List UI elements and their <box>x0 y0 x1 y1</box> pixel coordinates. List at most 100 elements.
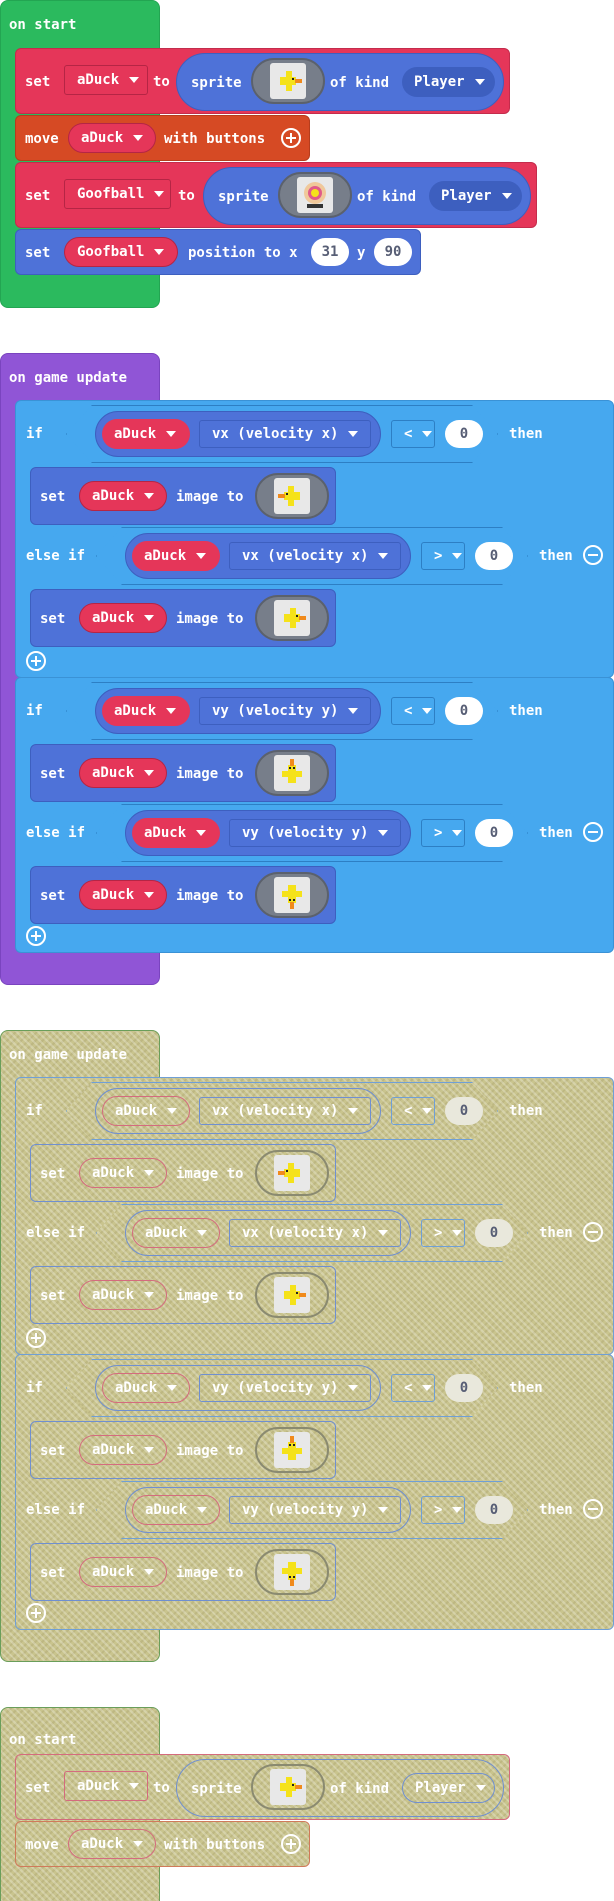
var-dropdown-aduck[interactable]: aDuck <box>102 1096 190 1126</box>
move-with-buttons-block-disabled[interactable]: move aDuck with buttons <box>15 1821 310 1867</box>
property-dropdown[interactable]: vx (velocity x) <box>199 420 371 448</box>
sprite-property-block[interactable]: aDuck vy (velocity y) <box>125 1487 411 1533</box>
compare-gt-block[interactable]: aDuck vy (velocity y) > 0 <box>96 1481 528 1539</box>
property-dropdown[interactable]: vx (velocity x) <box>229 1219 401 1247</box>
kind-dropdown[interactable]: Player <box>402 67 495 97</box>
compare-value-field[interactable]: 0 <box>475 819 513 847</box>
add-else-plus-icon[interactable] <box>26 1603 46 1623</box>
var-dropdown-aduck[interactable]: aDuck <box>79 481 167 511</box>
var-dropdown-aduck[interactable]: aDuck <box>79 1435 167 1465</box>
set-duck-sprite-block-disabled[interactable]: set aDuck to sprite of kind Player <box>15 1754 510 1820</box>
var-dropdown-aduck[interactable]: aDuck <box>132 541 220 571</box>
var-dropdown-aduck[interactable]: aDuck <box>132 818 220 848</box>
add-else-plus-icon[interactable] <box>26 651 46 671</box>
var-dropdown-aduck[interactable]: aDuck <box>68 1829 156 1859</box>
var-dropdown-aduck[interactable]: aDuck <box>102 1373 190 1403</box>
property-dropdown[interactable]: vx (velocity x) <box>199 1097 371 1125</box>
set-image-block[interactable]: set aDuck image to <box>30 744 336 802</box>
operator-dropdown[interactable]: < <box>391 1097 435 1125</box>
remove-minus-icon[interactable] <box>583 822 603 842</box>
property-dropdown[interactable]: vy (velocity y) <box>199 697 371 725</box>
compare-lt-block[interactable]: aDuck vy (velocity y) < 0 <box>66 1359 498 1417</box>
var-dropdown-aduck[interactable]: aDuck <box>102 419 190 449</box>
var-dropdown-aduck[interactable]: aDuck <box>102 696 190 726</box>
set-image-block[interactable]: set aDuck image to <box>30 1144 336 1202</box>
sprite-of-kind-block[interactable]: sprite of kind Player <box>176 1759 504 1817</box>
remove-minus-icon[interactable] <box>583 1499 603 1519</box>
sprite-property-block[interactable]: aDuck vy (velocity y) <box>125 810 411 856</box>
x-value-field[interactable]: 31 <box>311 238 349 266</box>
operator-dropdown[interactable]: < <box>391 1374 435 1402</box>
sprite-property-block[interactable]: aDuck vy (velocity y) <box>95 688 381 734</box>
image-picker[interactable] <box>255 872 329 918</box>
compare-value-field[interactable]: 0 <box>445 1097 483 1125</box>
image-picker[interactable] <box>255 1272 329 1318</box>
compare-lt-block[interactable]: aDuck vx (velocity x) < 0 <box>66 405 498 463</box>
compare-value-field[interactable]: 0 <box>445 1374 483 1402</box>
kind-dropdown[interactable]: Player <box>429 181 522 211</box>
compare-value-field[interactable]: 0 <box>475 542 513 570</box>
compare-gt-block[interactable]: aDuck vx (velocity x) > 0 <box>96 527 528 585</box>
y-value-field[interactable]: 90 <box>374 238 412 266</box>
var-dropdown-aduck[interactable]: aDuck <box>79 880 167 910</box>
sprite-property-block[interactable]: aDuck vx (velocity x) <box>95 1088 381 1134</box>
compare-gt-block[interactable]: aDuck vy (velocity y) > 0 <box>96 804 528 862</box>
sprite-of-kind-block[interactable]: sprite of kind Player <box>176 53 504 111</box>
kind-dropdown[interactable]: Player <box>402 1773 495 1803</box>
image-picker[interactable] <box>255 1150 329 1196</box>
sprite-property-block[interactable]: aDuck vx (velocity x) <box>125 533 411 579</box>
var-dropdown-aduck[interactable]: aDuck <box>79 1280 167 1310</box>
var-dropdown-aduck[interactable]: aDuck <box>79 758 167 788</box>
compare-lt-block[interactable]: aDuck vx (velocity x) < 0 <box>66 1082 498 1140</box>
set-goofball-sprite-block[interactable]: set Goofball to sprite of kind Player <box>15 162 537 228</box>
image-picker[interactable] <box>255 1427 329 1473</box>
expand-plus-icon[interactable] <box>281 1834 301 1854</box>
sprite-image-picker[interactable] <box>251 58 325 104</box>
var-dropdown-aduck[interactable]: aDuck <box>68 123 156 153</box>
compare-value-field[interactable]: 0 <box>445 697 483 725</box>
operator-dropdown[interactable]: > <box>421 819 465 847</box>
operator-dropdown[interactable]: < <box>391 697 435 725</box>
expand-plus-icon[interactable] <box>281 128 301 148</box>
sprite-property-block[interactable]: aDuck vy (velocity y) <box>95 1365 381 1411</box>
add-else-plus-icon[interactable] <box>26 1328 46 1348</box>
operator-dropdown[interactable]: > <box>421 542 465 570</box>
compare-value-field[interactable]: 0 <box>475 1219 513 1247</box>
var-dropdown-aduck[interactable]: aDuck <box>64 65 148 95</box>
remove-minus-icon[interactable] <box>583 1222 603 1242</box>
var-dropdown-aduck[interactable]: aDuck <box>132 1218 220 1248</box>
set-image-block[interactable]: set aDuck image to <box>30 1543 336 1601</box>
add-else-plus-icon[interactable] <box>26 926 46 946</box>
property-dropdown[interactable]: vx (velocity x) <box>229 542 401 570</box>
move-with-buttons-block[interactable]: move aDuck with buttons <box>15 115 310 161</box>
operator-dropdown[interactable]: < <box>391 420 435 448</box>
var-dropdown-aduck[interactable]: aDuck <box>132 1495 220 1525</box>
var-dropdown-aduck[interactable]: aDuck <box>79 1158 167 1188</box>
set-position-block[interactable]: set Goofball position to x 31 y 90 <box>15 229 421 275</box>
property-dropdown[interactable]: vy (velocity y) <box>199 1374 371 1402</box>
operator-dropdown[interactable]: > <box>421 1496 465 1524</box>
image-picker[interactable] <box>255 750 329 796</box>
remove-minus-icon[interactable] <box>583 545 603 565</box>
image-picker[interactable] <box>255 1549 329 1595</box>
blocks-workspace[interactable]: on start set aDuck to sprite of kind Pla… <box>0 0 614 1901</box>
sprite-image-picker[interactable] <box>278 172 352 218</box>
image-picker[interactable] <box>255 473 329 519</box>
compare-gt-block[interactable]: aDuck vx (velocity x) > 0 <box>96 1204 528 1262</box>
sprite-property-block[interactable]: aDuck vx (velocity x) <box>95 411 381 457</box>
set-duck-sprite-block[interactable]: set aDuck to sprite of kind Player <box>15 48 510 114</box>
sprite-property-block[interactable]: aDuck vx (velocity x) <box>125 1210 411 1256</box>
operator-dropdown[interactable]: > <box>421 1219 465 1247</box>
sprite-of-kind-block[interactable]: sprite of kind Player <box>203 167 531 225</box>
var-dropdown-goofball[interactable]: Goofball <box>64 179 171 209</box>
compare-lt-block[interactable]: aDuck vy (velocity y) < 0 <box>66 682 498 740</box>
set-image-block[interactable]: set aDuck image to <box>30 1421 336 1479</box>
var-dropdown-goofball[interactable]: Goofball <box>64 237 178 267</box>
var-dropdown-aduck[interactable]: aDuck <box>79 1557 167 1587</box>
compare-value-field[interactable]: 0 <box>475 1496 513 1524</box>
image-picker[interactable] <box>255 595 329 641</box>
var-dropdown-aduck[interactable]: aDuck <box>79 603 167 633</box>
set-image-block[interactable]: set aDuck image to <box>30 1266 336 1324</box>
property-dropdown[interactable]: vy (velocity y) <box>229 1496 401 1524</box>
var-dropdown-aduck[interactable]: aDuck <box>64 1771 148 1801</box>
